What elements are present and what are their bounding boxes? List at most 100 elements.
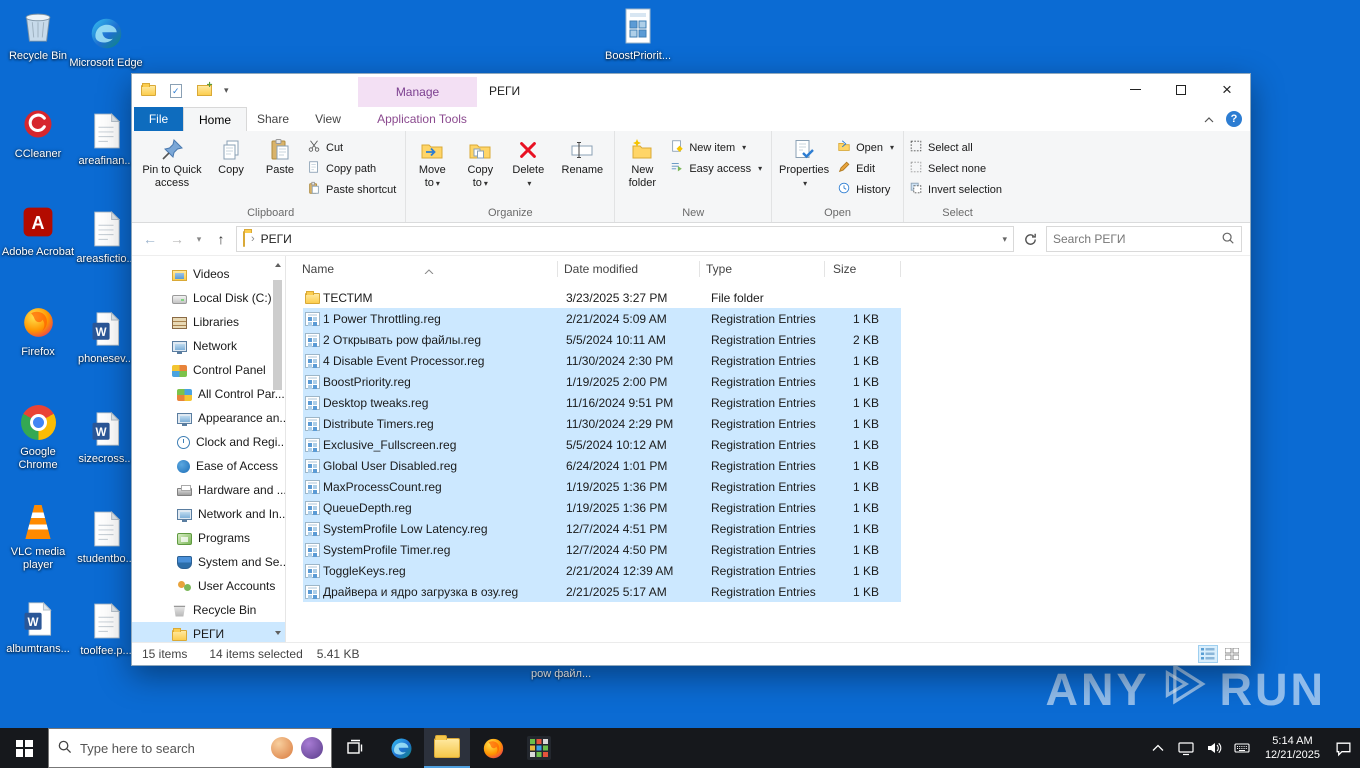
desktop-icon-micros-edge[interactable]: Microsoft Edge [68, 12, 144, 70]
desktop-icon-google-chrome[interactable]: Google Chrome [0, 401, 76, 472]
maximize-button[interactable] [1158, 74, 1204, 105]
sidebar-item[interactable]: Programs [132, 526, 285, 550]
file-row[interactable]: BoostPriority.reg 1/19/2025 2:00 PM Regi… [303, 371, 901, 392]
select-none-button[interactable]: Select none [907, 158, 1008, 179]
pin-to-quick-access-button[interactable]: Pin to Quick access [139, 134, 205, 192]
explorer-search-input[interactable] [1053, 232, 1221, 246]
desktop-icon-boostpriority[interactable]: BoostPriorit... [600, 5, 676, 63]
column-header-date-modified[interactable]: Date modified [558, 256, 700, 282]
file-row[interactable]: MaxProcessCount.reg 1/19/2025 1:36 PM Re… [303, 476, 901, 497]
desktop-icon-firefox[interactable]: Firefox [0, 301, 76, 359]
sidebar-item[interactable]: Libraries [132, 310, 285, 334]
sidebar-scrollbar[interactable] [271, 258, 284, 640]
new-folder-button[interactable]: New folder [618, 134, 666, 192]
taskbar-running-app-button[interactable] [516, 728, 562, 768]
sidebar-item[interactable]: System and Se... [132, 550, 285, 574]
start-button[interactable] [0, 728, 48, 768]
tab-application-tools[interactable]: Application Tools [363, 107, 481, 131]
help-icon[interactable]: ? [1226, 111, 1242, 127]
network-icon[interactable] [1173, 728, 1199, 768]
column-header-name[interactable]: Name [286, 256, 558, 282]
ribbon-collapse-icon[interactable] [1204, 112, 1214, 126]
file-row[interactable]: ТЕСТИМ 3/23/2025 3:27 PM File folder [303, 287, 901, 308]
taskbar-edge-button[interactable] [378, 728, 424, 768]
file-row[interactable]: Distribute Timers.reg 11/30/2024 2:29 PM… [303, 413, 901, 434]
copy-path-button[interactable]: Copy path [305, 158, 402, 179]
file-row[interactable]: Драйвера и ядро загрузка в озу.reg 2/21/… [303, 581, 901, 602]
history-button[interactable]: History [835, 179, 900, 200]
sidebar-item[interactable]: Hardware and ... [132, 478, 285, 502]
column-header-size[interactable]: Size [825, 256, 901, 282]
taskbar-search[interactable] [48, 728, 332, 768]
desktop-icon-ccleaner[interactable]: CCleaner [0, 103, 76, 161]
file-row[interactable]: SystemProfile Low Latency.reg 12/7/2024 … [303, 518, 901, 539]
recent-locations-chevron-icon[interactable]: ▾ [192, 227, 206, 251]
taskbar-search-input[interactable] [80, 740, 263, 756]
new-item-button[interactable]: New item ▾ [668, 137, 768, 158]
contextual-tab-header[interactable]: Manage [358, 77, 477, 107]
properties-quick-icon[interactable] [168, 83, 184, 99]
file-row[interactable]: 2 Открывать pow файлы.reg 5/5/2024 10:11… [303, 329, 901, 350]
tab-share[interactable]: Share [247, 107, 299, 131]
file-row[interactable]: Global User Disabled.reg 6/24/2024 1:01 … [303, 455, 901, 476]
sidebar-item[interactable]: Appearance an... [132, 406, 285, 430]
move-to-button[interactable]: Move to ▾ [409, 134, 455, 192]
sidebar-item[interactable]: Clock and Regi... [132, 430, 285, 454]
sidebar-item[interactable]: Control Panel [132, 358, 285, 382]
address-bar[interactable]: › РЕГИ ▾ [236, 226, 1014, 252]
search-highlight-icon-1[interactable] [271, 737, 293, 759]
invert-selection-button[interactable]: Invert selection [907, 179, 1008, 200]
sidebar-item[interactable]: РЕГИ [132, 622, 285, 642]
sidebar-item[interactable]: Network and In... [132, 502, 285, 526]
action-center-icon[interactable] [1330, 728, 1356, 768]
paste-shortcut-button[interactable]: Paste shortcut [305, 179, 402, 200]
tab-home[interactable]: Home [183, 107, 247, 131]
file-row[interactable]: QueueDepth.reg 1/19/2025 1:36 PM Registr… [303, 497, 901, 518]
up-button[interactable]: ↑ [209, 227, 233, 251]
file-row[interactable]: Desktop tweaks.reg 11/16/2024 9:51 PM Re… [303, 392, 901, 413]
desktop-icon-adobe-acrobat[interactable]: A Adobe Acrobat [0, 201, 76, 259]
cut-button[interactable]: Cut [305, 137, 402, 158]
rename-button[interactable]: Rename [553, 134, 611, 179]
large-icons-view-button[interactable] [1222, 645, 1242, 663]
paste-button[interactable]: Paste [257, 134, 303, 179]
properties-button[interactable]: Properties ▾ [775, 134, 833, 192]
details-view-button[interactable] [1198, 645, 1218, 663]
sidebar-item[interactable]: User Accounts [132, 574, 285, 598]
copy-to-button[interactable]: Copy to ▾ [457, 134, 503, 192]
new-folder-quick-icon[interactable] [196, 80, 213, 99]
sidebar-item[interactable]: All Control Par... [132, 382, 285, 406]
scroll-down-icon[interactable] [271, 626, 284, 640]
copy-button[interactable]: Copy [207, 134, 255, 179]
scroll-up-icon[interactable] [271, 258, 284, 272]
refresh-button[interactable] [1017, 226, 1043, 252]
taskbar-clock[interactable]: 5:14 AM 12/21/2025 [1257, 734, 1328, 762]
desktop-icon-vlc[interactable]: VLC media player [0, 501, 76, 572]
scrollbar-thumb[interactable] [273, 280, 282, 390]
search-highlight-icon-2[interactable] [301, 737, 323, 759]
desktop-icon-albumtrans[interactable]: W albumtrans... [0, 598, 76, 656]
file-row[interactable]: Exclusive_Fullscreen.reg 5/5/2024 10:12 … [303, 434, 901, 455]
sidebar-item[interactable]: Videos [132, 262, 285, 286]
minimize-button[interactable] [1112, 74, 1158, 105]
sidebar-item[interactable]: Local Disk (C:) [132, 286, 285, 310]
file-row[interactable]: 1 Power Throttling.reg 2/21/2024 5:09 AM… [303, 308, 901, 329]
back-button[interactable]: ← [138, 227, 162, 251]
easy-access-button[interactable]: Easy access ▾ [668, 158, 768, 179]
file-row[interactable]: SystemProfile Timer.reg 12/7/2024 4:50 P… [303, 539, 901, 560]
scrollbar-track[interactable] [271, 272, 284, 626]
sidebar-item[interactable]: Network [132, 334, 285, 358]
tab-view[interactable]: View [299, 107, 357, 131]
hidden-icons-chevron-icon[interactable] [1145, 728, 1171, 768]
file-row[interactable]: 4 Disable Event Processor.reg 11/30/2024… [303, 350, 901, 371]
select-all-button[interactable]: Select all [907, 137, 1008, 158]
edit-button[interactable]: Edit [835, 158, 900, 179]
customize-toolbar-chevron-icon[interactable]: ▾ [224, 85, 229, 96]
tab-file[interactable]: File [134, 107, 183, 131]
volume-icon[interactable] [1201, 728, 1227, 768]
column-header-type[interactable]: Type [700, 256, 825, 282]
file-row[interactable]: ToggleKeys.reg 2/21/2024 12:39 AM Regist… [303, 560, 901, 581]
explorer-search[interactable] [1046, 226, 1242, 252]
keyboard-icon[interactable] [1229, 728, 1255, 768]
open-button[interactable]: Open ▾ [835, 137, 900, 158]
